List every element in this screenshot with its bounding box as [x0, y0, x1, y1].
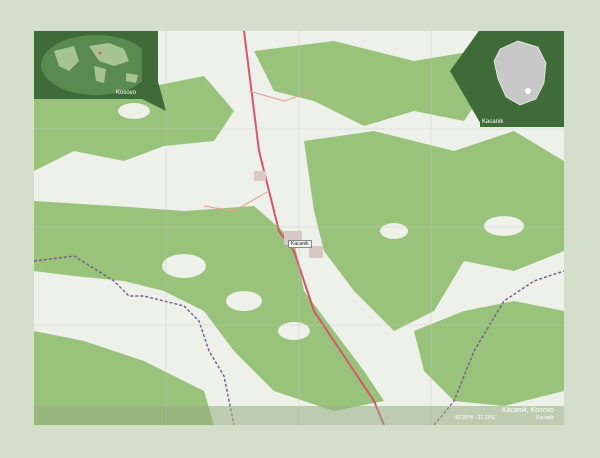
clearing-2 — [226, 291, 262, 311]
clearing-1 — [162, 254, 206, 278]
kosovo-map-svg — [480, 31, 564, 127]
caption-source: Kacanik — [536, 415, 554, 421]
caption-title: Kacanik, Kosovo — [501, 407, 554, 414]
kosovo-inset-label: Kacanik — [482, 119, 504, 125]
world-inset-label: Kosovo — [116, 90, 137, 96]
location-marker — [98, 51, 102, 55]
world-inset: Kosovo — [34, 31, 158, 99]
settlement-3 — [254, 171, 266, 181]
caption-coords: 42.20°N · 21.23°E — [455, 415, 496, 421]
clearing-4 — [484, 216, 524, 236]
kacanik-highlight — [525, 88, 531, 94]
kosovo-inset: Kacanik — [480, 31, 564, 127]
clearing-3 — [278, 322, 310, 340]
world-map-svg — [34, 31, 158, 99]
clearing-5 — [380, 223, 408, 239]
city-label[interactable]: Kacanik — [288, 240, 312, 248]
clearing-6 — [118, 103, 150, 119]
world-globe — [41, 35, 151, 95]
